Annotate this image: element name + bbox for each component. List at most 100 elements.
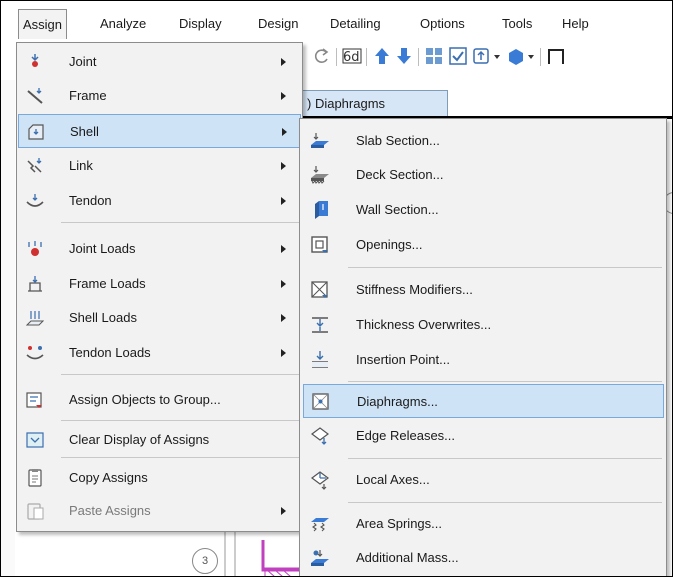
menu-item-link[interactable]: Link <box>18 149 301 183</box>
menu-item-tendon[interactable]: Tendon <box>18 184 301 218</box>
frame-draw-icon[interactable] <box>546 46 566 66</box>
frame-loads-icon <box>28 276 42 292</box>
menu-item-label: Wall Section... <box>356 202 439 217</box>
menu-separator <box>348 381 662 382</box>
menu-item-assign-objects-to-group[interactable]: Assign Objects to Group... <box>18 383 301 417</box>
menu-display[interactable]: Display <box>177 13 224 35</box>
submenu-arrow-icon <box>281 349 286 357</box>
drawing-fragment <box>224 530 300 577</box>
canvas-left-strip <box>0 80 15 577</box>
submenu-arrow-icon <box>281 92 286 100</box>
menu-item-stiffness-modifiers[interactable]: Stiffness Modifiers... <box>303 273 664 307</box>
menu-separator <box>61 374 301 375</box>
menu-item-insertion-point[interactable]: Insertion Point... <box>303 343 664 377</box>
menu-item-thickness-overwrites[interactable]: Thickness Overwrites... <box>303 308 664 342</box>
3d-box-icon[interactable] <box>506 46 526 66</box>
menu-item-label: Thickness Overwrites... <box>356 317 492 332</box>
menu-item-label: Assign Objects to Group... <box>69 392 221 407</box>
menu-item-shell[interactable]: Shell <box>18 114 301 148</box>
move-up-icon[interactable] <box>372 46 392 66</box>
frame-icon <box>27 88 43 104</box>
menu-item-tendon-loads[interactable]: Tendon Loads <box>18 336 301 370</box>
submenu-arrow-icon <box>281 162 286 170</box>
submenu-arrow-icon <box>281 245 286 253</box>
menu-separator <box>61 420 301 421</box>
clear-display-icon <box>26 432 44 448</box>
menu-item-label: Additional Mass... <box>356 550 459 565</box>
menu-item-slab-section[interactable]: Slab Section... <box>303 124 664 158</box>
menu-item-clear-display-of-assigns[interactable]: Clear Display of Assigns <box>18 423 301 457</box>
menu-design[interactable]: Design <box>256 13 300 35</box>
menu-item-area-springs[interactable]: Area Springs... <box>303 507 664 541</box>
menu-item-label: Shell <box>70 124 99 139</box>
dropdown-arrow-icon[interactable] <box>526 46 536 66</box>
menu-item-joint[interactable]: Joint <box>18 45 301 79</box>
menu-separator <box>61 222 301 223</box>
menu-item-paste-assigns[interactable]: Paste Assigns <box>18 494 301 528</box>
menu-item-local-axes[interactable]: Local Axes... <box>303 463 664 497</box>
menu-item-frame-loads[interactable]: Frame Loads <box>18 267 301 301</box>
view-3d-icon[interactable]: 6d <box>342 46 362 66</box>
openings-icon <box>311 236 328 253</box>
dropdown-arrow-icon[interactable] <box>492 46 502 66</box>
toolbar-separator <box>418 48 419 66</box>
move-down-icon[interactable] <box>394 46 414 66</box>
menu-item-shell-loads[interactable]: Shell Loads <box>18 301 301 335</box>
menu-analyze[interactable]: Analyze <box>98 13 148 35</box>
toolbar-separator <box>366 48 367 66</box>
stiffness-modifiers-icon <box>311 281 328 298</box>
menu-separator <box>348 267 662 268</box>
menu-tools[interactable]: Tools <box>500 13 534 35</box>
joint-loads-icon <box>28 241 42 256</box>
menu-item-label: Joint <box>69 54 97 69</box>
insertion-point-icon <box>312 351 328 368</box>
shell-submenu: Slab Section... Deck Section... Wall Sec… <box>299 118 667 577</box>
submenu-arrow-icon <box>281 507 286 515</box>
menu-detailing[interactable]: Detailing <box>328 13 383 35</box>
grid-select-icon[interactable] <box>424 46 444 66</box>
menu-item-label: Link <box>69 158 93 173</box>
menu-separator <box>348 502 662 503</box>
assign-menu: Joint Frame Shell Link Tendon Joint Load… <box>16 42 303 532</box>
copy-icon <box>28 469 42 487</box>
additional-mass-icon <box>311 550 329 566</box>
menu-assign[interactable]: Assign <box>18 9 68 39</box>
menu-item-joint-loads[interactable]: Joint Loads <box>18 232 301 266</box>
menu-item-label: Openings... <box>356 237 423 252</box>
deck-section-icon <box>311 166 329 184</box>
plane-view-icon[interactable] <box>472 46 492 66</box>
diaphragms-icon <box>312 393 329 410</box>
toolbar: 6d <box>300 40 673 76</box>
menu-item-label: Shell Loads <box>69 310 137 325</box>
local-axes-icon <box>311 471 329 490</box>
menu-item-label: Frame Loads <box>69 276 146 291</box>
toolbar-separator <box>540 48 541 66</box>
menu-item-copy-assigns[interactable]: Copy Assigns <box>18 461 301 495</box>
shell-loads-icon <box>26 311 44 326</box>
menu-item-label: Insertion Point... <box>356 352 450 367</box>
menu-options[interactable]: Options <box>418 13 467 35</box>
menu-item-diaphragms[interactable]: Diaphragms... <box>303 384 664 418</box>
menu-item-label: Copy Assigns <box>69 470 148 485</box>
submenu-arrow-icon <box>282 128 287 136</box>
menu-item-edge-releases[interactable]: Edge Releases... <box>303 419 664 453</box>
redo-icon[interactable] <box>312 46 332 66</box>
menu-item-label: Clear Display of Assigns <box>69 432 210 447</box>
submenu-arrow-icon <box>281 58 286 66</box>
tendon-icon <box>26 194 44 207</box>
menu-item-label: Edge Releases... <box>356 428 456 443</box>
menu-item-label: Deck Section... <box>356 167 444 182</box>
menu-item-label: Stiffness Modifiers... <box>356 282 473 297</box>
joint-icon <box>31 54 39 67</box>
paste-icon <box>27 503 44 520</box>
menu-item-label: Slab Section... <box>356 133 440 148</box>
menu-item-frame[interactable]: Frame <box>18 79 301 113</box>
tab-diaphragms-view[interactable]: ) Diaphragms <box>300 90 448 116</box>
menu-help[interactable]: Help <box>560 13 591 35</box>
menu-item-wall-section[interactable]: Wall Section... <box>303 193 664 227</box>
menu-item-openings[interactable]: Openings... <box>303 228 664 262</box>
menu-item-deck-section[interactable]: Deck Section... <box>303 158 664 192</box>
checkbox-icon[interactable] <box>448 46 468 66</box>
menu-item-additional-mass[interactable]: Additional Mass... <box>303 541 664 575</box>
shell-icon <box>28 124 44 140</box>
